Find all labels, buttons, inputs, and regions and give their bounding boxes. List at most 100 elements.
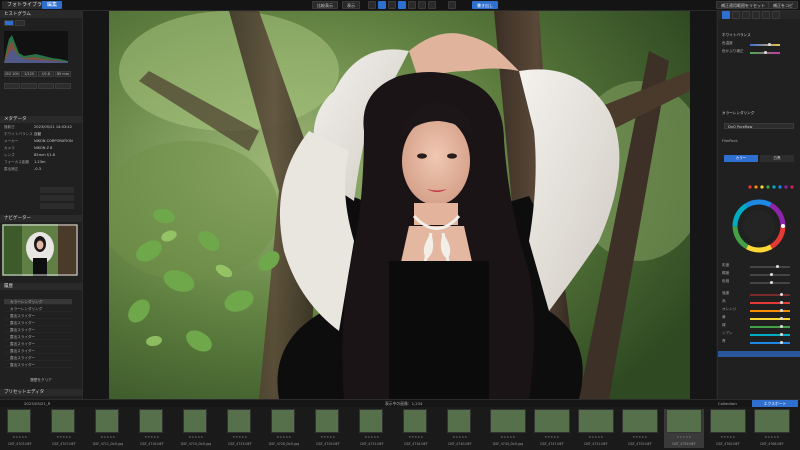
- detail-tab-icon[interactable]: [742, 11, 750, 19]
- filmstrip-thumb[interactable]: ★★★★★ DSF_4766.NEF: [752, 409, 792, 448]
- copy-corrections-button[interactable]: 補正をコピー: [768, 1, 798, 9]
- rating-stars[interactable]: ★★★★★: [752, 435, 792, 439]
- reset-icon[interactable]: [55, 83, 71, 89]
- history-header[interactable]: 履歴: [0, 283, 82, 290]
- light-tab-icon[interactable]: [722, 11, 730, 19]
- export-button[interactable]: エクスポート: [752, 400, 798, 407]
- bw-mode-button[interactable]: 白黒: [760, 155, 794, 162]
- repair-tool-icon[interactable]: [398, 1, 406, 9]
- filmstrip-thumb[interactable]: ★★★★★ DSF_4726_DxO.jpg: [264, 409, 304, 448]
- slider-knob[interactable]: [780, 293, 783, 296]
- local-adjust-tool-icon[interactable]: [408, 1, 416, 9]
- rating-stars[interactable]: ★★★★★: [708, 435, 748, 439]
- color-mode-button[interactable]: カラー: [724, 155, 758, 162]
- filmstrip-thumb[interactable]: ★★★★★ DSF_4740.NEF: [440, 409, 480, 448]
- white-balance-section[interactable]: ホワイトバランス: [722, 33, 797, 38]
- filmstrip-thumb[interactable]: ★★★★★ DSF_4719_DxO.jpg: [176, 409, 216, 448]
- clear-history-button[interactable]: 履歴をクリア: [20, 377, 62, 383]
- preset-editor-header[interactable]: プリセットエディタ: [0, 389, 82, 396]
- filmstrip-thumb[interactable]: ★★★★★ DSF_4711_DxO.jpg: [88, 409, 128, 448]
- zoom-fit-icon[interactable]: [448, 1, 456, 9]
- rating-stars[interactable]: ★★★★★: [396, 435, 436, 439]
- histogram-header[interactable]: ヒストグラム: [0, 11, 82, 18]
- slider-knob[interactable]: [780, 317, 783, 320]
- filmstrip-thumb[interactable]: ★★★★★ DSF_4723.NEF: [220, 409, 260, 448]
- color-rendering-section[interactable]: カラーレンダリング: [722, 111, 797, 116]
- rendering-select[interactable]: DxO PureRaw: [724, 123, 794, 129]
- rating-stars[interactable]: ★★★★★: [664, 435, 704, 439]
- rating-stars[interactable]: ★★★★★: [308, 435, 348, 439]
- history-item[interactable]: 露出スライダー: [4, 313, 72, 319]
- rating-stars[interactable]: ★★★★★: [0, 435, 40, 439]
- red-slider[interactable]: [750, 301, 790, 304]
- luminance-slider[interactable]: [750, 273, 790, 276]
- rating-stars[interactable]: ★★★★★: [488, 435, 528, 439]
- filmstrip-thumb[interactable]: ★★★★★ DSF_4734.NEF: [396, 409, 436, 448]
- yellow-slider[interactable]: [750, 317, 790, 320]
- slider-knob[interactable]: [770, 273, 773, 276]
- filmstrip-thumb[interactable]: ★★★★★ DSF_4751.NEF: [576, 409, 616, 448]
- history-item[interactable]: 露出スライダー: [4, 355, 72, 361]
- color-tab-icon[interactable]: [732, 11, 740, 19]
- filmstrip-thumb[interactable]: ★★★★★ DSF_4755.NEF: [620, 409, 660, 448]
- main-photo[interactable]: [109, 11, 690, 399]
- blue-slider[interactable]: [750, 341, 790, 344]
- saturation-slider[interactable]: [750, 265, 790, 268]
- strength-slider[interactable]: [750, 293, 790, 296]
- navigator-thumbnail[interactable]: [2, 224, 78, 276]
- history-item[interactable]: 露出スライダー: [4, 320, 72, 326]
- compare-button[interactable]: 比較表示: [312, 1, 338, 9]
- rotate-right-icon[interactable]: [21, 83, 37, 89]
- rating-stars[interactable]: ★★★★★: [176, 435, 216, 439]
- history-item[interactable]: 露出スライダー: [4, 362, 72, 368]
- green-slider[interactable]: [750, 325, 790, 328]
- filmstrip-thumb[interactable]: ★★★★★ DSF_4729.NEF: [308, 409, 348, 448]
- orange-slider[interactable]: [750, 309, 790, 312]
- meta-field[interactable]: [40, 203, 74, 209]
- history-item[interactable]: カラーレンダリング: [4, 299, 72, 305]
- rating-stars[interactable]: ★★★★★: [44, 435, 84, 439]
- straighten-tool-icon[interactable]: [388, 1, 396, 9]
- filmstrip-thumb[interactable]: ★★★★★ DSF_4762.NEF: [708, 409, 748, 448]
- rating-stars[interactable]: ★★★★★: [220, 435, 260, 439]
- slider-knob[interactable]: [780, 325, 783, 328]
- slider-knob[interactable]: [780, 333, 783, 336]
- reset-corrections-button[interactable]: 補正適用範囲をリセット: [716, 1, 770, 9]
- wb-tint-slider[interactable]: [750, 51, 780, 54]
- color-wheel[interactable]: [732, 199, 786, 253]
- history-item[interactable]: カラーレンダリング: [4, 306, 72, 312]
- slider-knob[interactable]: [764, 51, 767, 54]
- export-top-button[interactable]: 書き出し: [472, 1, 498, 9]
- mask-tool-icon[interactable]: [428, 1, 436, 9]
- filmstrip-thumb[interactable]: ★★★★★ DSF_4747.NEF: [532, 409, 572, 448]
- history-item[interactable]: 露出スライダー: [4, 341, 72, 347]
- crop-tool-icon[interactable]: [378, 1, 386, 9]
- meta-field[interactable]: [40, 195, 74, 201]
- filmstrip-thumb[interactable]: ★★★★★ DSF_4731.NEF: [352, 409, 392, 448]
- navigator-header[interactable]: ナビゲーター: [0, 215, 82, 222]
- hand-tool-icon[interactable]: [368, 1, 376, 9]
- filmstrip-thumb[interactable]: ★★★★★ DSF_4703.NEF: [0, 409, 40, 448]
- rating-stars[interactable]: ★★★★★: [132, 435, 172, 439]
- history-item[interactable]: 露出スライダー: [4, 348, 72, 354]
- rating-stars[interactable]: ★★★★★: [576, 435, 616, 439]
- eyedropper-tool-icon[interactable]: [418, 1, 426, 9]
- filmstrip-thumb[interactable]: ★★★★★ DSF_4707.NEF: [44, 409, 84, 448]
- histogram-luma-icon[interactable]: [15, 20, 25, 26]
- wb-temp-slider[interactable]: [750, 43, 780, 46]
- slider-knob[interactable]: [780, 309, 783, 312]
- filmstrip-thumb[interactable]: ★★★★★ DSF_4744_DxO.jpg: [488, 409, 528, 448]
- rotate-left-icon[interactable]: [4, 83, 20, 89]
- tab-edit[interactable]: 編集: [42, 1, 63, 9]
- filmstrip-thumb[interactable]: ★★★★★ DSF_4716.NEF: [132, 409, 172, 448]
- metadata-header[interactable]: メタデータ: [0, 116, 82, 123]
- cyan-slider[interactable]: [750, 333, 790, 336]
- hue-slider[interactable]: [750, 281, 790, 284]
- slider-knob[interactable]: [768, 43, 771, 46]
- filmstrip-thumb-selected[interactable]: ★★★★★ DSF_4759.NEF: [664, 409, 704, 448]
- history-item[interactable]: 露出スライダー: [4, 327, 72, 333]
- histogram-rgb-icon[interactable]: [4, 20, 14, 26]
- meta-field[interactable]: [40, 187, 74, 193]
- slider-knob[interactable]: [770, 281, 773, 284]
- color-swatch-row[interactable]: [748, 185, 796, 189]
